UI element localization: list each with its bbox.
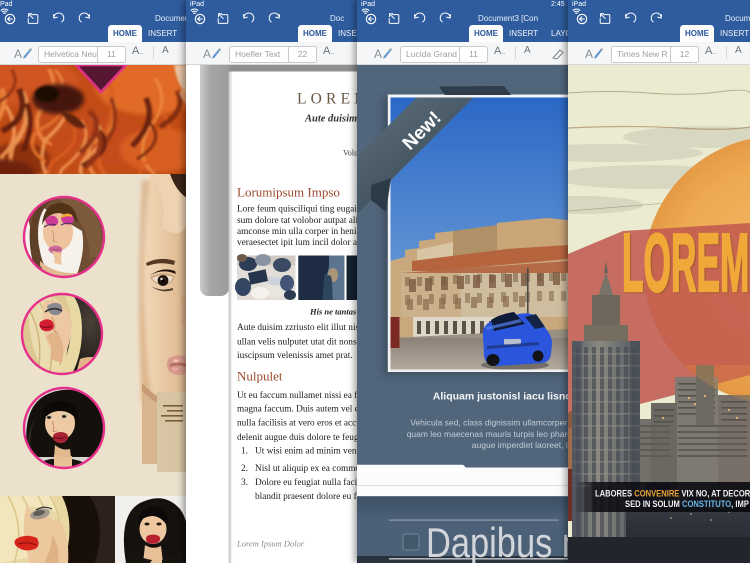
svg-text:A: A [203, 47, 211, 61]
svg-text:SED IN SOLUM CONSTITUTO, IMP: SED IN SOLUM CONSTITUTO, IMP [625, 498, 749, 509]
svg-text:Aute duisim zzriusto elit illu: Aute duisim zzriusto elit illut nismod [237, 323, 357, 333]
svg-text:Volume 1: Volume 1 [343, 149, 357, 158]
svg-text:LOREM: LOREM [622, 216, 749, 310]
svg-text:3.: 3. [241, 478, 248, 488]
svg-text:Ut eu faccum nullamet nissi ea: Ut eu faccum nullamet nissi ea feugi [237, 390, 357, 401]
svg-text:A: A [374, 47, 382, 61]
svg-text:amconse min ulla corper in hen: amconse min ulla corper in heniat lo [237, 227, 357, 237]
svg-text:blandit praesent dolore eu feu: blandit praesent dolore eu feugi [255, 491, 357, 502]
svg-text:Vehicula sed, class dignissim: Vehicula sed, class dignissim ullamcorpe… [410, 418, 568, 428]
svg-text:LABORES CONVENIRE VIX NO, AT D: LABORES CONVENIRE VIX NO, AT DECORE [595, 488, 750, 499]
svg-text:LOREM IPSUM: LOREM IPSUM [297, 91, 357, 108]
svg-text:magna faccum. Duis autem vel e: magna faccum. Duis autem vel eum [237, 404, 357, 415]
svg-text:His ne tantas fac: His ne tantas fac [309, 306, 357, 316]
svg-text:A: A [14, 47, 22, 61]
svg-text:iuscipsum velenissis amet prat: iuscipsum velenissis amet prat. [237, 351, 353, 361]
svg-text:Dolore eu feugiat nulla facili: Dolore eu feugiat nulla facilisis [255, 477, 357, 488]
svg-text:Dapibus no: Dapibus no [426, 520, 568, 563]
svg-text:Aute duisim dol: Aute duisim dol [304, 114, 357, 125]
svg-text:nulla facilisis at vero eros e: nulla facilisis at vero eros et accums [237, 418, 357, 429]
svg-text:quam leo maecenas mauris turpi: quam leo maecenas mauris turpis leo phar… [407, 429, 568, 439]
svg-text:ullan velis nulputet utat dit: ullan velis nulputet utat dit nonsed e [237, 337, 357, 347]
svg-text:Lorem Ipsum Dolor: Lorem Ipsum Dolor [236, 538, 305, 548]
svg-text:Nulpulet: Nulpulet [237, 369, 283, 384]
svg-text:augue imperdiet laoreet, ips: augue imperdiet laoreet, ips [472, 440, 568, 450]
svg-text:Aliquam justonisl iacu lisnon: Aliquam justonisl iacu lisnon ae [433, 391, 568, 403]
svg-text:2.: 2. [241, 464, 248, 474]
svg-text:sum dolore tat volobor autpat: sum dolore tat volobor autpat alisim [237, 216, 357, 226]
svg-text:veraesectet ipit lum incil dol: veraesectet ipit lum incil dolor augue [237, 238, 357, 248]
svg-text:Nisl ut aliquip ex ea commodo: Nisl ut aliquip ex ea commodo [255, 464, 357, 474]
svg-text:Lore feum quisciliqui ting eug: Lore feum quisciliqui ting eugait utp [237, 204, 357, 215]
svg-text:Ut wisi enim ad minim veniam,: Ut wisi enim ad minim veniam, [255, 446, 357, 456]
svg-text:A: A [585, 47, 593, 61]
svg-text:Lorumipsum Impso: Lorumipsum Impso [237, 185, 340, 200]
svg-text:delenit augue duis dolore te f: delenit augue duis dolore te feugait [237, 432, 357, 443]
svg-text:1.: 1. [241, 446, 248, 456]
